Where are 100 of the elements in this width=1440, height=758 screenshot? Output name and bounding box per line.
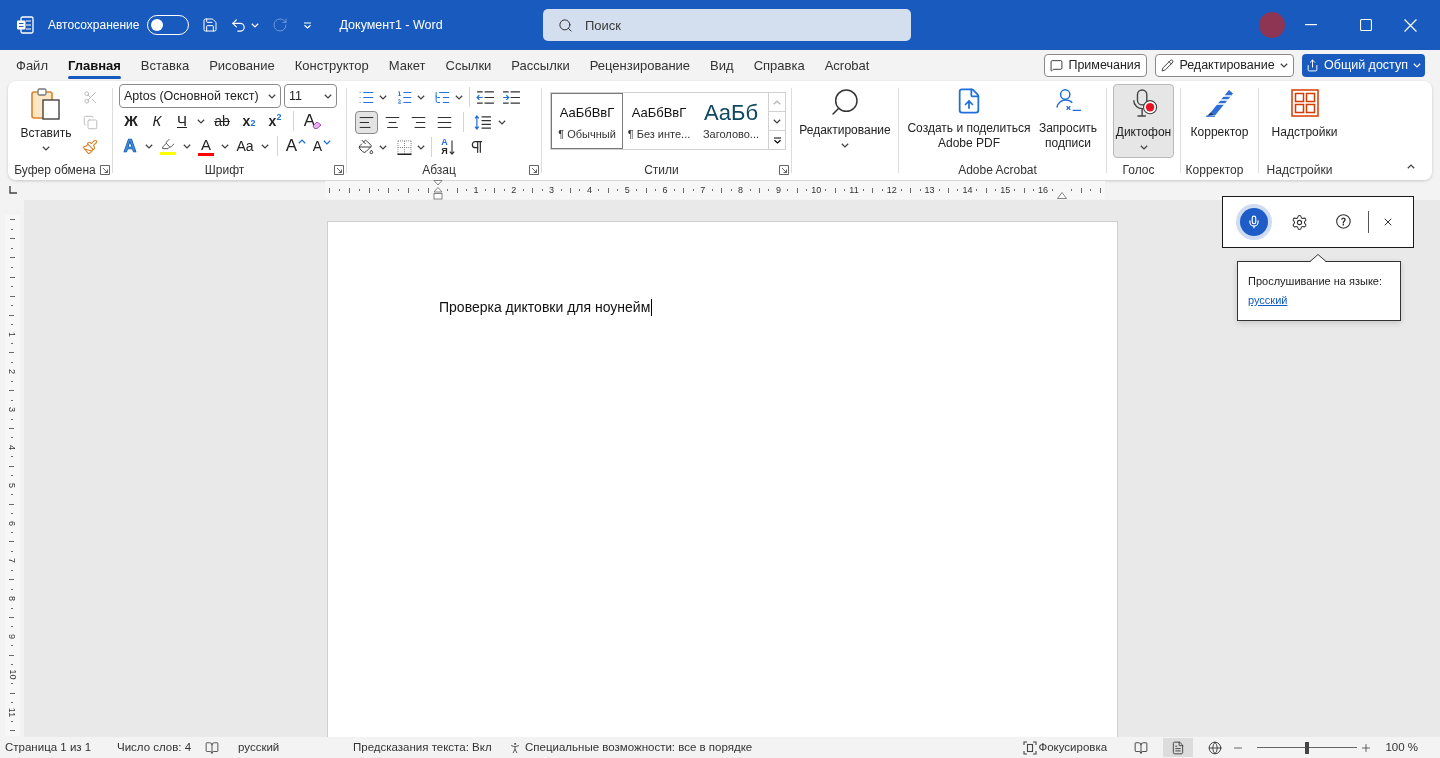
ribbon-tab[interactable]: Вид: [700, 51, 744, 80]
editor-button[interactable]: Корректор: [1181, 81, 1258, 161]
font-name-dropdown[interactable]: Aptos (Основной текст): [119, 84, 281, 108]
request-signatures-button[interactable]: Запросить подписи: [1035, 86, 1101, 161]
ribbon-tab[interactable]: Главная: [57, 51, 131, 80]
accessibility-icon[interactable]: [508, 740, 522, 755]
bold-button[interactable]: Ж: [119, 110, 143, 132]
group-label: Голос: [1122, 163, 1155, 176]
book-icon: [1134, 740, 1149, 755]
caret-up-icon: [298, 139, 307, 144]
ribbon-tab[interactable]: Файл: [6, 51, 58, 80]
accessibility-status[interactable]: Специальные возможности: все в порядке: [525, 738, 753, 757]
close-icon: [1403, 18, 1417, 32]
dictate-button[interactable]: Диктофон: [1113, 84, 1174, 158]
align-button[interactable]: [355, 110, 378, 134]
strikethrough-button[interactable]: ab: [209, 110, 235, 132]
arrow-down-icon: [448, 139, 455, 155]
change-case-button[interactable]: Aa: [233, 135, 257, 157]
share-icon: [1306, 59, 1319, 72]
addins-button[interactable]: Надстройки: [1259, 81, 1350, 161]
ruler-number: 14: [962, 185, 973, 195]
editing-mode-button[interactable]: Редактирование: [1155, 54, 1294, 77]
ribbon-tab[interactable]: Рисование: [199, 51, 285, 80]
ribbon-tab[interactable]: Ссылки: [435, 51, 502, 80]
language-status[interactable]: русский: [238, 740, 280, 753]
ribbon-tab[interactable]: Конструктор: [284, 51, 379, 80]
ribbon-tab[interactable]: Рецензирование: [579, 51, 701, 80]
zoom-slider-thumb[interactable]: [1305, 741, 1310, 754]
caret-icon: [268, 93, 276, 99]
text-predictions-status[interactable]: Предсказания текста: Вкл: [353, 740, 492, 753]
caret-icon: [145, 143, 153, 149]
undo-button[interactable]: [229, 16, 248, 34]
ruler-number: 1: [473, 185, 479, 195]
paint-bucket-icon: [358, 139, 374, 155]
style-item[interactable]: АаБб Заголово...: [695, 93, 767, 149]
caret-icon: [221, 143, 229, 149]
ruler-number: 7: [7, 558, 17, 564]
ruler-number: 3: [7, 407, 17, 413]
dialog-launcher-button[interactable]: [100, 164, 110, 175]
underline-button[interactable]: Ч: [171, 110, 193, 132]
decrease-indent-icon: [475, 89, 495, 105]
share-button[interactable]: Общий доступ: [1302, 54, 1425, 77]
caret-icon: [379, 144, 387, 150]
help-icon: [1335, 213, 1353, 231]
print-layout-button[interactable]: [1163, 738, 1194, 757]
ribbon-tab[interactable]: Справка: [743, 51, 815, 80]
italic-button[interactable]: К: [145, 110, 169, 132]
pilcrow-icon: [469, 139, 485, 155]
globe-icon: [1208, 740, 1223, 755]
ruler-number: 9: [775, 185, 781, 195]
dialog-launcher-button[interactable]: [334, 164, 344, 175]
language-link[interactable]: русский: [1248, 294, 1288, 307]
create-pdf-button[interactable]: Создать и поделиться Adobe PDF: [905, 86, 1033, 161]
indent-marker-icon[interactable]: [433, 180, 443, 200]
ribbon-tab[interactable]: Acrobat: [814, 51, 880, 80]
font-size-dropdown[interactable]: 11: [284, 84, 337, 108]
ruler-number: 11: [7, 707, 17, 717]
style-item[interactable]: АаБбВвГ ¶ Без инте...: [623, 93, 695, 149]
microphone-button[interactable]: [1236, 204, 1272, 240]
caret-icon: [1279, 63, 1288, 68]
ruler-number: 4: [7, 444, 17, 450]
text-effects-button[interactable]: A: [119, 135, 141, 157]
zoom-slider[interactable]: [1257, 741, 1358, 754]
paste-button[interactable]: Вставить: [16, 84, 76, 159]
zoom-level[interactable]: 100 %: [1385, 738, 1418, 757]
ruler-number: 11: [849, 185, 859, 195]
search-field[interactable]: Поиск: [543, 9, 911, 41]
dialog-launcher-button[interactable]: [529, 164, 539, 175]
proofing-book-icon[interactable]: [205, 740, 219, 755]
comments-button[interactable]: Примечания: [1044, 54, 1147, 77]
caret-up-icon: [773, 99, 781, 105]
ruler-number: 15: [1000, 185, 1011, 195]
tab-stop-selector-icon[interactable]: [9, 186, 17, 194]
subscript-button[interactable]: x$_{2}$: [237, 110, 261, 132]
caret-icon: [498, 119, 506, 125]
ruler-number: 5: [7, 482, 17, 488]
dialog-launcher-button[interactable]: [779, 164, 789, 175]
focus-icon: [1023, 740, 1038, 755]
word-count[interactable]: Число слов: 4: [117, 740, 192, 753]
sort-button[interactable]: А Я: [436, 136, 460, 158]
ribbon-tab[interactable]: Вставка: [130, 51, 200, 80]
group-label: Шрифт: [204, 163, 245, 176]
ribbon-tab[interactable]: Макет: [378, 51, 436, 80]
pen-icon: [1203, 87, 1236, 117]
style-item[interactable]: АаБбВвГ ¶ Обычный: [551, 93, 623, 149]
caret-icon: [455, 94, 463, 100]
font-color-button[interactable]: A: [195, 135, 217, 157]
focus-mode-button[interactable]: Фокусировка: [1038, 740, 1108, 753]
paintbrush-icon: [82, 139, 98, 155]
grow-font-button[interactable]: A: [284, 135, 308, 157]
clear-formatting-button[interactable]: A: [300, 110, 326, 132]
ribbon-tab[interactable]: Рассылки: [501, 51, 580, 80]
shrink-font-button[interactable]: A: [310, 135, 334, 157]
caret-icon: [417, 94, 425, 100]
caret-icon: [261, 143, 269, 149]
page-icon: [1171, 740, 1186, 755]
editing-button[interactable]: Редактирование: [792, 81, 898, 161]
highlighter-icon: [161, 137, 175, 151]
superscript-button[interactable]: x$^{2}$: [263, 110, 287, 132]
save-button[interactable]: [201, 16, 220, 34]
